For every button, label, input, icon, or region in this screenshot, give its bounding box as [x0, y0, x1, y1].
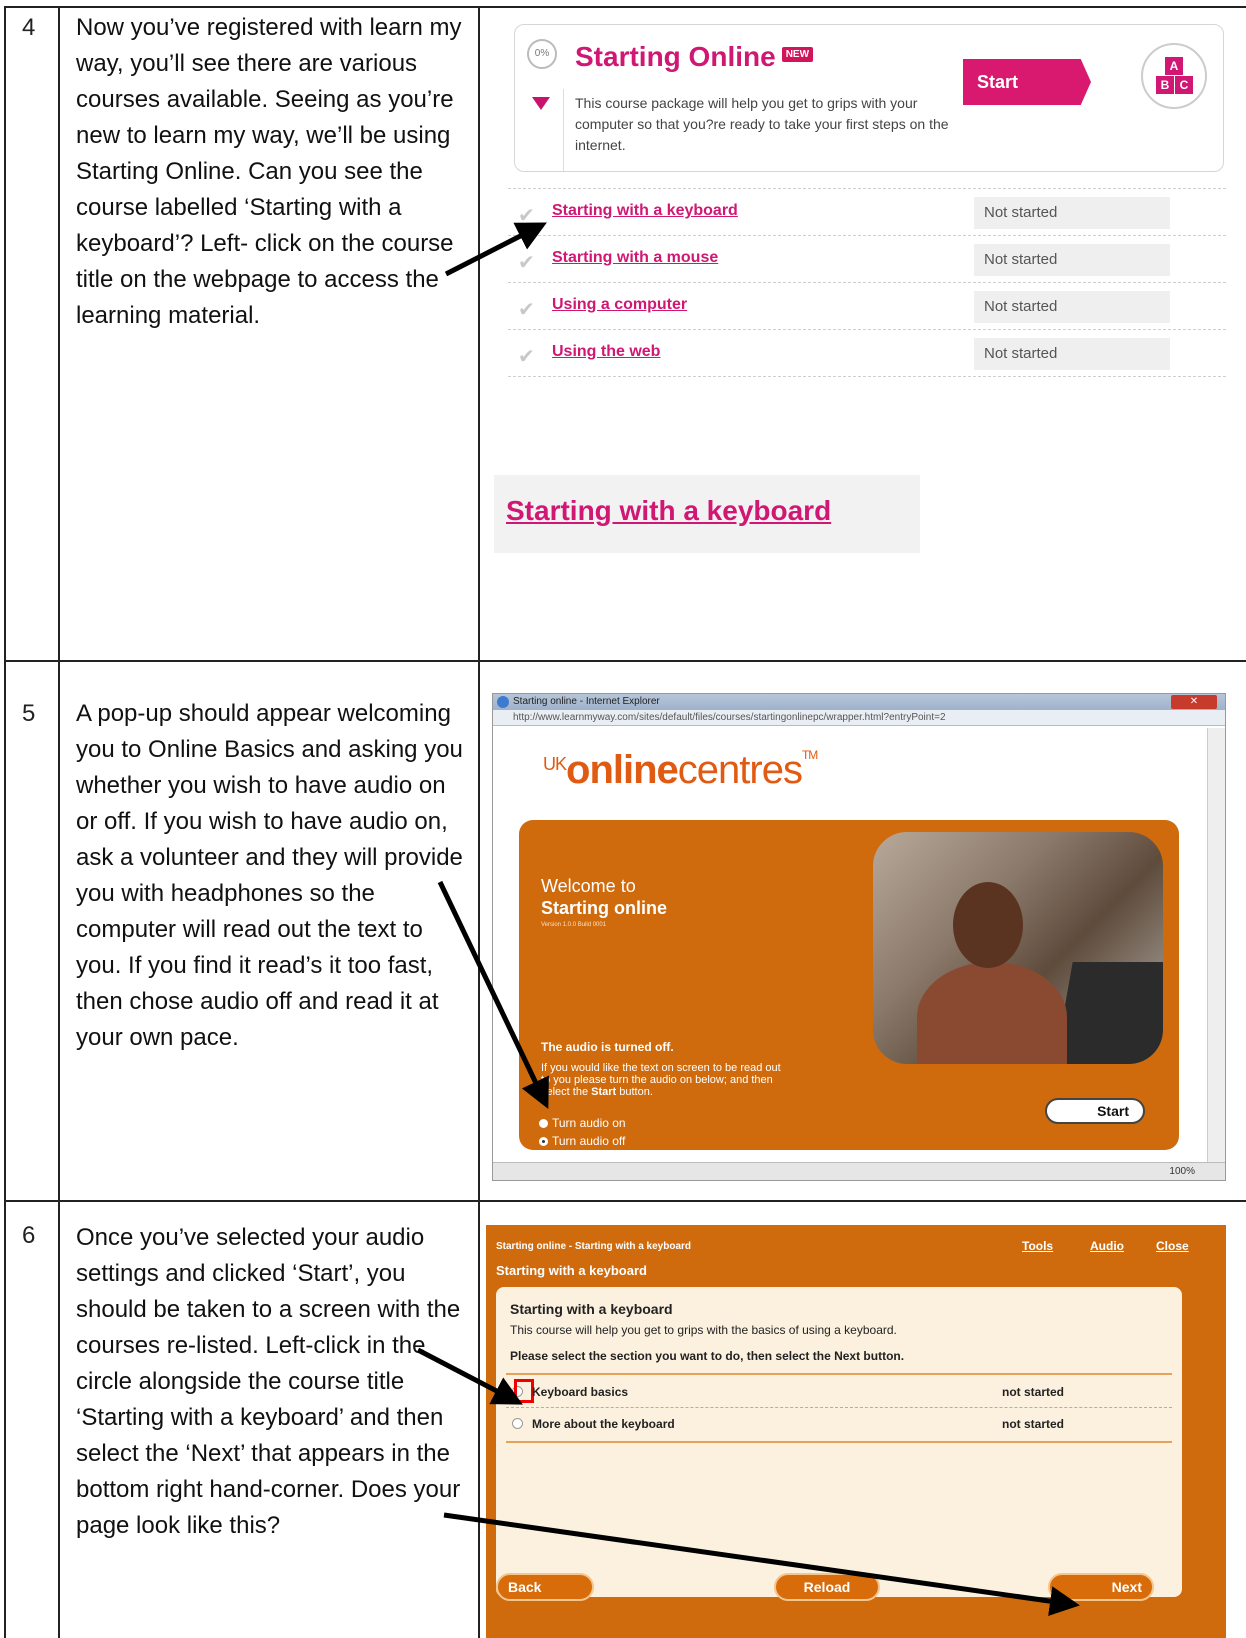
course-status: Not started	[974, 197, 1170, 229]
audio-status: The audio is turned off.	[541, 1040, 674, 1054]
window-title: Starting online - Internet Explorer	[513, 696, 660, 707]
table-row-divider-1	[4, 660, 1246, 662]
window-title-bar: Starting online - Internet Explorer ✕	[493, 694, 1225, 710]
back-button[interactable]: Back	[496, 1573, 594, 1601]
course-row: ✔ Using the web Not started	[508, 329, 1226, 377]
divider	[563, 89, 564, 171]
step-instruction: Now you’ve registered with learn my way,…	[76, 14, 462, 329]
checkmark-icon: ✔	[518, 252, 535, 274]
highlight-box	[514, 1379, 534, 1403]
instruction-text: Please select the section you want to do…	[510, 1349, 905, 1363]
section-status: not started	[1002, 1385, 1065, 1399]
welcome-popup-screenshot: Starting online - Internet Explorer ✕ ht…	[492, 693, 1226, 1181]
radio-selected-icon[interactable]	[539, 1137, 548, 1147]
course-heading: Starting with a keyboard	[510, 1301, 673, 1317]
course-status: Not started	[974, 291, 1170, 323]
course-status: Not started	[974, 338, 1170, 370]
radio-audio-off[interactable]: Turn audio off	[539, 1134, 625, 1148]
new-badge: NEW	[781, 47, 814, 63]
course-status: Not started	[974, 244, 1170, 276]
section-name: More about the keyboard	[532, 1417, 675, 1431]
instruction-document: 4 5 6 Now you’ve registered with learn m…	[0, 0, 1246, 1638]
zoomed-link-screenshot: Starting with a keyboard	[494, 475, 920, 553]
course-link-using-a-computer[interactable]: Using a computer	[552, 296, 687, 314]
radio-audio-on[interactable]: Turn audio on	[539, 1116, 626, 1130]
page-title: Starting with a keyboard	[496, 1263, 647, 1278]
step-number: 5	[22, 700, 36, 727]
package-title: Starting Online NEW	[575, 41, 814, 73]
checkmark-icon: ✔	[518, 205, 535, 227]
step-instruction: A pop-up should appear welcoming you to …	[76, 700, 463, 1051]
start-package-button[interactable]: Start package	[963, 59, 1091, 105]
close-link[interactable]: Close	[1156, 1239, 1189, 1253]
course-row: ✔ Starting with a keyboard Not started	[508, 188, 1226, 236]
section-row[interactable]: More about the keyboard not started	[506, 1409, 1172, 1439]
tools-link[interactable]: Tools	[1022, 1239, 1053, 1253]
divider	[506, 1373, 1172, 1375]
section-status: not started	[1002, 1417, 1065, 1431]
section-name: Keyboard basics	[532, 1385, 629, 1399]
next-button[interactable]: Next	[1048, 1573, 1154, 1601]
learner-photo	[873, 832, 1163, 1064]
course-link-starting-with-a-keyboard-zoomed[interactable]: Starting with a keyboard	[506, 495, 831, 527]
welcome-line: Welcome to	[541, 876, 636, 896]
welcome-panel: Welcome to Starting online Version 1.0.0…	[519, 820, 1179, 1150]
breadcrumb: Starting online - Starting with a keyboa…	[496, 1241, 692, 1252]
dashed-divider	[506, 1407, 1172, 1408]
table-column-divider-1	[58, 6, 60, 1638]
course-row: ✔ Using a computer Not started	[508, 282, 1226, 330]
step-number: 4	[22, 14, 36, 41]
radio-icon[interactable]	[512, 1418, 523, 1429]
course-link-starting-with-a-keyboard[interactable]: Starting with a keyboard	[552, 202, 738, 220]
start-button[interactable]: Start	[1045, 1098, 1145, 1124]
checkmark-icon: ✔	[518, 299, 535, 321]
course-name: Starting online	[541, 898, 667, 918]
course-sections-screenshot: Starting online - Starting with a keyboa…	[486, 1225, 1226, 1638]
course-row: ✔ Starting with a mouse Not started	[508, 235, 1226, 283]
reload-button[interactable]: Reload	[774, 1573, 880, 1601]
section-selection-card: Starting with a keyboard This course wil…	[496, 1287, 1182, 1597]
radio-icon[interactable]	[539, 1119, 548, 1129]
section-row[interactable]: Keyboard basics not started	[506, 1377, 1172, 1407]
table-column-divider-2	[478, 6, 480, 1638]
package-description: This course package will help you get to…	[575, 95, 949, 153]
zoom-level[interactable]: 100%	[493, 1162, 1225, 1180]
address-bar[interactable]: http://www.learnmyway.com/sites/default/…	[493, 710, 1225, 726]
version-text: Version 1.0.0 Build 0001	[541, 922, 607, 928]
table-row-divider-2	[4, 1200, 1246, 1202]
checkmark-icon: ✔	[518, 346, 535, 368]
course-link-starting-with-a-mouse[interactable]: Starting with a mouse	[552, 249, 718, 267]
course-package-screenshot: 0% Starting Online NEW This course packag…	[508, 8, 1226, 404]
course-package-card: 0% Starting Online NEW This course packag…	[514, 24, 1224, 172]
course-description: This course will help you get to grips w…	[510, 1323, 897, 1337]
expand-triangle-icon[interactable]	[532, 97, 550, 110]
divider	[506, 1441, 1172, 1443]
audio-link[interactable]: Audio	[1090, 1239, 1124, 1253]
course-link-using-the-web[interactable]: Using the web	[552, 343, 660, 361]
step-instruction: Once you’ve selected your audio settings…	[76, 1224, 461, 1539]
internet-explorer-icon	[497, 696, 509, 708]
uk-online-centres-logo: UKonlinecentresTM	[543, 748, 818, 792]
table-border-left	[4, 6, 6, 1638]
close-icon[interactable]: ✕	[1171, 695, 1217, 709]
step-number: 6	[22, 1222, 36, 1249]
vertical-scrollbar[interactable]	[1207, 728, 1225, 1162]
progress-indicator: 0%	[527, 39, 557, 69]
audio-description: If you would like the text on screen to …	[541, 1062, 781, 1098]
abc-blocks-icon: A B C	[1141, 43, 1207, 109]
popup-content: UKonlinecentresTM Welcome to Starting on…	[499, 728, 1199, 1162]
